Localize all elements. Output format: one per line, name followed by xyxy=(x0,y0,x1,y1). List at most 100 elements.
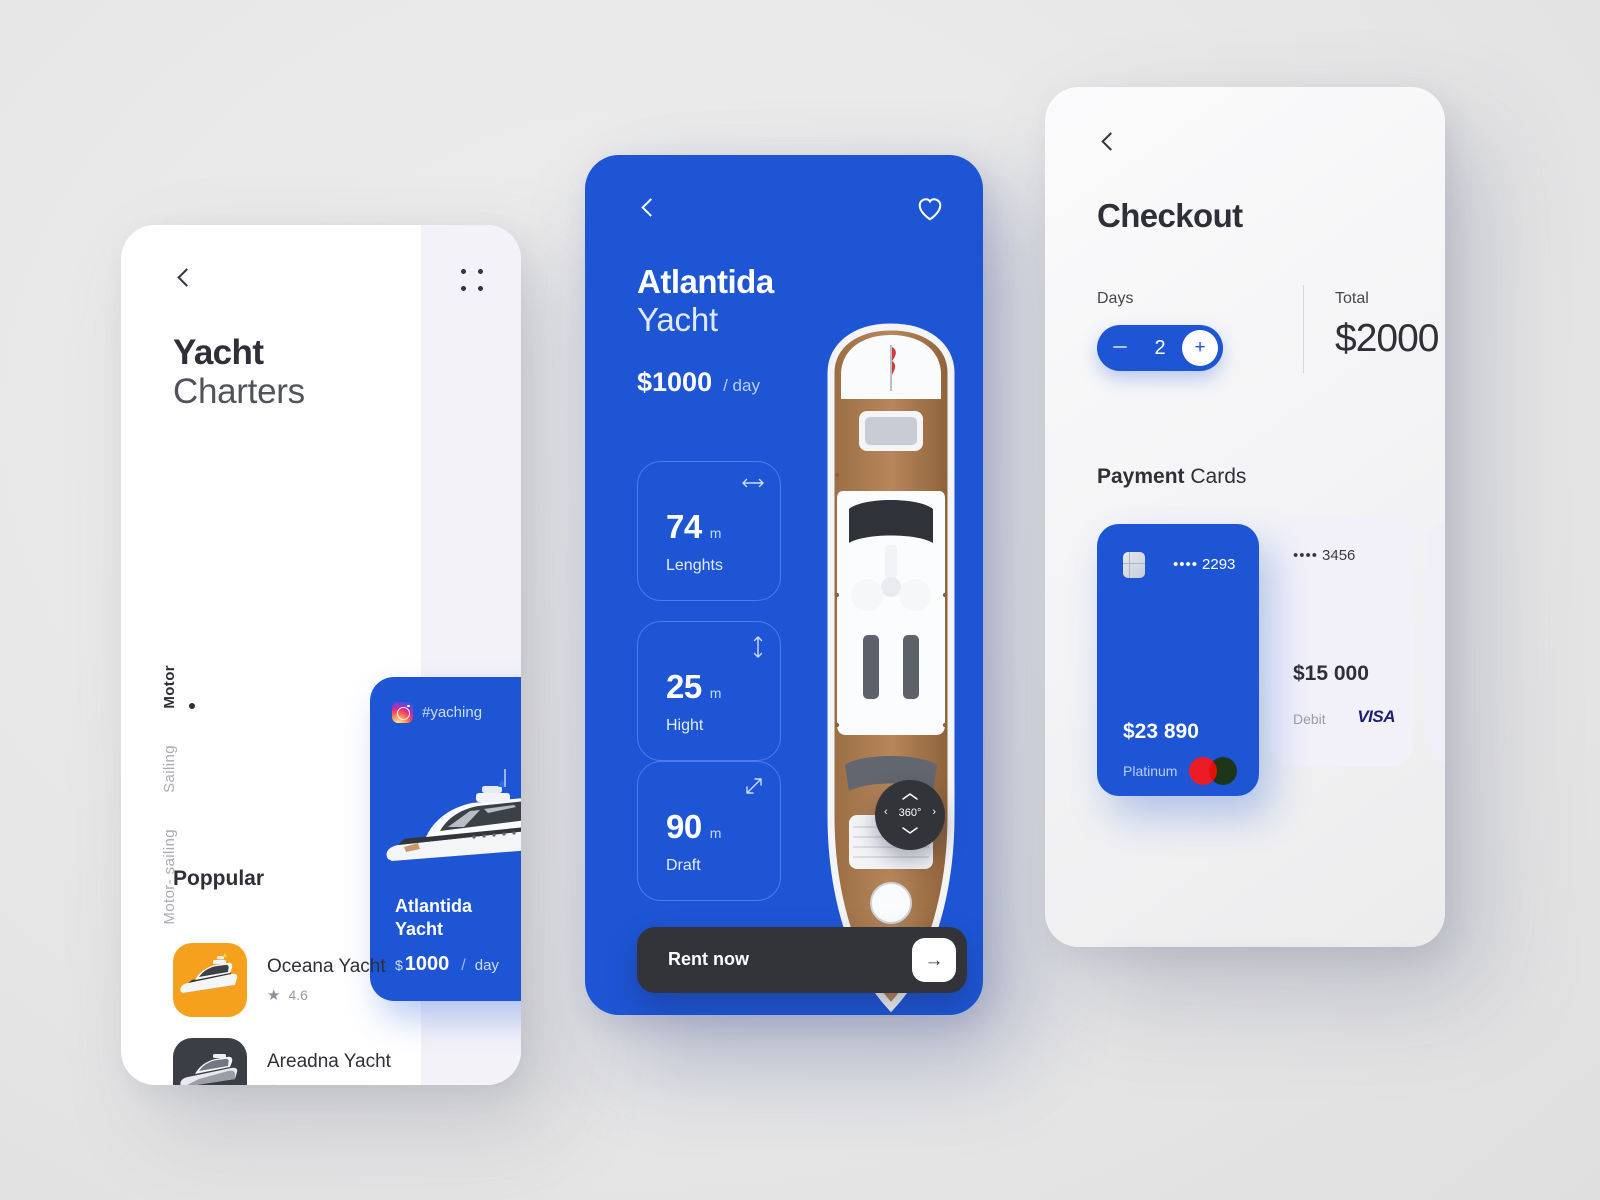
visa-logo-icon: VISA xyxy=(1357,707,1395,726)
payment-cards-heading-bold: Payment xyxy=(1097,465,1185,488)
list-item-name: Oceana Yacht xyxy=(267,956,386,977)
payment-cards-heading: Payment Cards xyxy=(1097,465,1246,489)
total-label: Total xyxy=(1335,290,1369,307)
arrow-right-icon[interactable]: → xyxy=(912,938,956,982)
card-tier: Debit xyxy=(1293,711,1326,727)
hashtag-label: #yaching xyxy=(422,703,483,721)
back-icon[interactable] xyxy=(173,267,199,293)
price-amount: 1000 xyxy=(404,953,450,975)
star-icon: ★ xyxy=(267,987,281,1004)
days-label: Days xyxy=(1097,290,1134,307)
spec-unit: m xyxy=(709,525,722,541)
featured-card-name: Atlantida Yacht xyxy=(395,895,472,940)
list-item-info: Areadna Yacht ★ 4.8 xyxy=(267,1051,391,1085)
spec-label: Hight xyxy=(666,717,704,734)
featured-card-name-line1: Atlantida xyxy=(395,896,473,916)
rent-now-label: Rent now xyxy=(668,949,749,969)
spec-card-length[interactable]: 74 m Lenghts xyxy=(637,461,781,601)
detail-price-amount: $1000 xyxy=(637,367,713,397)
spec-value: 74 m xyxy=(666,508,721,546)
rent-now-button[interactable]: Rent now → xyxy=(637,927,967,993)
card-mask-dots: •••• xyxy=(1293,547,1319,564)
rating-value: 4.8 xyxy=(288,1082,307,1085)
payment-card-visa[interactable]: •••• 3456 $15 000 Debit VISA xyxy=(1271,517,1413,767)
list-header xyxy=(173,267,487,297)
list-item-rating: ★ 4.8 xyxy=(267,1081,391,1085)
detail-header xyxy=(637,197,941,227)
featured-yacht-card[interactable]: #yaching Atlantida Yacht $ 1000 / day xyxy=(370,677,521,1001)
page-title: Yacht Charters xyxy=(173,333,305,411)
detail-title-line1: Atlantida xyxy=(637,263,774,300)
card-mask-dots: •••• xyxy=(1173,556,1199,573)
list-item-info: Oceana Yacht ★ 4.6 xyxy=(267,956,386,1004)
spec-number: 25 xyxy=(666,668,702,705)
tab-sailing[interactable]: Sailing xyxy=(161,745,178,793)
increment-button[interactable]: + xyxy=(1182,330,1218,366)
card-tier: Platinum xyxy=(1123,763,1178,779)
days-stepper[interactable]: 2 + xyxy=(1097,325,1223,371)
arrows-horizontal-icon xyxy=(742,476,764,494)
arrows-vertical-icon xyxy=(752,636,764,663)
chevron-right-icon[interactable]: › xyxy=(932,807,936,818)
active-tab-dot xyxy=(189,703,195,709)
spec-number: 74 xyxy=(666,508,702,545)
instagram-icon xyxy=(392,701,413,723)
featured-card-name-line2: Yacht xyxy=(395,918,444,939)
grid-dots-icon[interactable] xyxy=(461,269,487,295)
total-value: $2000 xyxy=(1335,317,1439,360)
card-mask: •••• 3456 xyxy=(1293,547,1355,564)
payment-cards-heading-rest: Cards xyxy=(1184,465,1247,488)
spec-label: Draft xyxy=(666,857,701,874)
spec-value: 90 m xyxy=(666,808,721,846)
payment-card-mastercard[interactable]: •••• 2293 $23 890 Platinum xyxy=(1097,524,1259,796)
spec-label: Lenghts xyxy=(666,557,723,574)
detail-title: Atlantida Yacht xyxy=(637,263,774,338)
back-icon[interactable] xyxy=(637,197,663,223)
mastercard-logo-icon xyxy=(1189,757,1237,785)
heart-icon[interactable] xyxy=(917,197,943,226)
rotate-360-control[interactable]: ‹ 360° › xyxy=(875,780,945,850)
card-mask-digits: 2293 xyxy=(1202,556,1236,573)
screen-yacht-charters: Yacht Charters Motor Sailing Motor- sail… xyxy=(121,225,521,1085)
star-icon: ★ xyxy=(267,1081,280,1085)
category-tabs: Motor Sailing Motor- sailing xyxy=(161,665,201,960)
spec-unit: m xyxy=(709,685,722,701)
spec-card-draft[interactable]: 90 m Draft xyxy=(637,761,781,901)
page-title: Checkout xyxy=(1097,197,1243,234)
list-item[interactable]: Oceana Yacht ★ 4.6 xyxy=(173,943,386,1017)
chip-icon xyxy=(1123,552,1145,578)
detail-price: $1000 / day xyxy=(637,367,760,398)
price-separator: / xyxy=(461,957,466,974)
card-mask-digits: 3456 xyxy=(1322,547,1356,564)
yacht-image-side xyxy=(386,769,521,861)
back-icon[interactable] xyxy=(1097,131,1123,157)
spec-value: 25 m xyxy=(666,668,721,706)
checkout-header xyxy=(1097,131,1123,157)
popular-heading: Poppular xyxy=(173,867,265,890)
yacht-thumbnail xyxy=(173,1038,247,1085)
tab-motor[interactable]: Motor xyxy=(161,665,178,709)
card-balance: $15 000 xyxy=(1293,662,1369,685)
spec-card-height[interactable]: 25 m Hight xyxy=(637,621,781,761)
price-period: day xyxy=(474,957,499,974)
list-item[interactable]: Areadna Yacht ★ 4.8 xyxy=(173,1038,391,1085)
yacht-image-topdown xyxy=(827,323,955,1013)
arrows-diagonal-icon xyxy=(744,776,764,801)
chevron-down-icon[interactable] xyxy=(875,826,945,838)
detail-price-period: / day xyxy=(723,376,760,395)
payment-card-peek[interactable] xyxy=(1425,522,1445,762)
page-title-line2: Charters xyxy=(173,372,305,412)
spec-number: 90 xyxy=(666,808,702,845)
card-mask: •••• 2293 xyxy=(1173,556,1235,573)
spec-unit: m xyxy=(709,825,722,841)
page-title-line1: Yacht xyxy=(173,333,264,372)
chevron-up-icon[interactable] xyxy=(875,792,945,804)
featured-card-header: #yaching xyxy=(392,699,521,725)
card-balance: $23 890 xyxy=(1123,720,1199,743)
featured-card-price: $ 1000 / day xyxy=(395,953,499,976)
screen-yacht-detail: Atlantida Yacht $1000 / day 74 m Lenghts… xyxy=(585,155,983,1015)
divider xyxy=(1303,285,1305,373)
yacht-thumbnail xyxy=(173,943,247,1017)
detail-title-line2: Yacht xyxy=(637,300,718,338)
screen-checkout: Checkout Days 2 + Total $2000 Payment Ca… xyxy=(1045,87,1445,947)
